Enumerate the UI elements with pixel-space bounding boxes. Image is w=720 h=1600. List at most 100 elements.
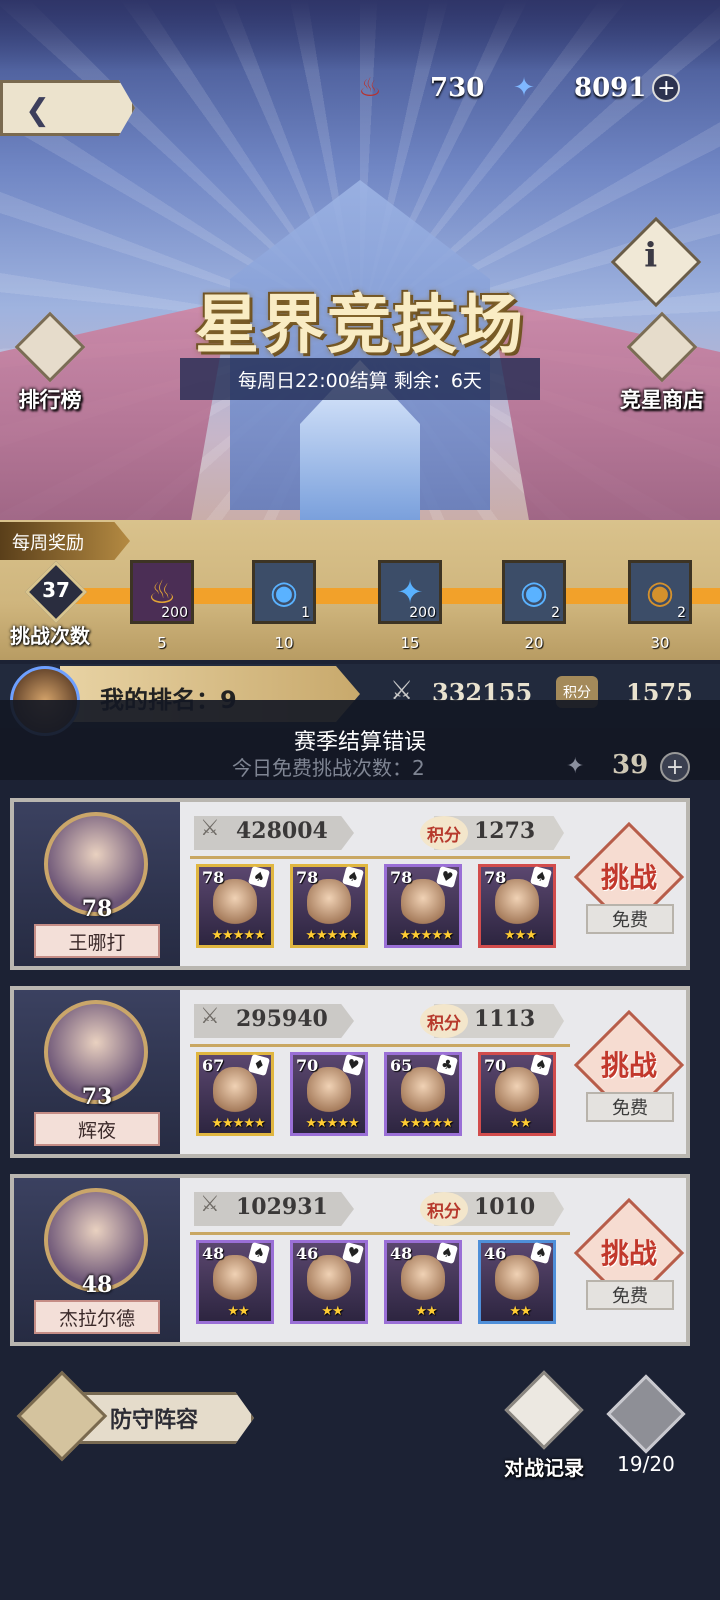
hero-stars: ★★★★★ <box>399 928 453 943</box>
reward-milestone: 30 <box>650 634 670 652</box>
shop-label: 竞星商店 <box>620 388 704 412</box>
dragon-coin-icon: ♨ <box>358 73 382 103</box>
challenge-cost: 免费 <box>586 1280 674 1310</box>
opponent-score: 1010 <box>474 1194 536 1220</box>
reward-item[interactable]: ✦ 200 <box>378 560 442 624</box>
reward-item[interactable]: ◉ 2 <box>628 560 692 624</box>
leaderboard-button[interactable]: 排行榜 <box>10 311 90 414</box>
opponent-power: 295940 <box>236 1006 328 1032</box>
ticket-icon: ✦ <box>566 754 585 779</box>
challenge-label[interactable]: 挑战 <box>574 856 684 896</box>
star-crystal-icon: ✦ <box>513 73 535 103</box>
weekly-rewards-tag: 每周奖励 <box>0 522 130 560</box>
reward-item[interactable]: ♨ 200 <box>130 560 194 624</box>
leaderboard-label: 排行榜 <box>18 388 82 412</box>
hero-stars: ★★★★★ <box>399 1116 453 1131</box>
hero-level: 65 <box>390 1056 413 1075</box>
hero-stars: ★★ <box>321 1304 343 1319</box>
refresh-opponents-button[interactable]: 19/20 <box>606 1374 686 1476</box>
hero-stars: ★★ <box>415 1304 437 1319</box>
score-tag: 积分 <box>420 1192 468 1226</box>
hero-card[interactable]: 46 ♥ ★★ <box>290 1240 368 1324</box>
hero-stars: ★★★★★ <box>211 928 265 943</box>
challenge-cost: 免费 <box>586 1092 674 1122</box>
currency-dragon-coin: ♨ 730 <box>352 68 484 108</box>
reward-qty: 2 <box>551 605 560 621</box>
hero-level: 78 <box>484 868 507 887</box>
currency-star-crystal: ✦ 8091 + <box>506 68 681 108</box>
score-tag: 积分 <box>420 816 468 850</box>
hero-card[interactable]: 65 ♣ ★★★★★ <box>384 1052 462 1136</box>
reward-item[interactable]: ◉ 1 <box>252 560 316 624</box>
reward-milestone: 5 <box>157 634 167 652</box>
hero-card[interactable]: 78 ♠ ★★★★★ <box>196 864 274 948</box>
opponent-card: 78 王哪打 ⚔ 428004 积分 1273 78 ♠ ★★★★★ 78 ♠ … <box>10 798 690 970</box>
hero-level: 70 <box>296 1056 319 1075</box>
hero-card[interactable]: 78 ♠ ★★★ <box>478 864 556 948</box>
hero-level: 70 <box>484 1056 507 1075</box>
opponent-power: 428004 <box>236 818 328 844</box>
free-challenge-count: 今日免费挑战次数：2 <box>232 756 425 780</box>
hero-level: 48 <box>390 1244 413 1263</box>
blue-orb-icon: ◉ <box>270 573 298 611</box>
divider <box>190 1232 570 1235</box>
hero-level: 78 <box>202 868 225 887</box>
back-button[interactable]: ❮ <box>0 80 135 136</box>
divider <box>190 1044 570 1047</box>
battle-record-label: 对战记录 <box>504 1456 584 1480</box>
hero-card[interactable]: 46 ♠ ★★ <box>478 1240 556 1324</box>
opponent-name: 杰拉尔德 <box>34 1300 160 1334</box>
divider <box>190 856 570 859</box>
star-shop-button[interactable]: 竞星商店 <box>612 311 712 414</box>
hero-card[interactable]: 78 ♥ ★★★★★ <box>384 864 462 948</box>
blue-orb-icon: ◉ <box>520 573 548 611</box>
opponent-card: 73 辉夜 ⚔ 295940 积分 1113 67 ♦ ★★★★★ 70 ♥ ★… <box>10 986 690 1158</box>
hero-card[interactable]: 67 ♦ ★★★★★ <box>196 1052 274 1136</box>
add-currency-button[interactable]: + <box>652 74 681 102</box>
battle-record-button[interactable]: 对战记录 <box>494 1370 594 1481</box>
hero-card[interactable]: 78 ♠ ★★★★★ <box>290 864 368 948</box>
podium-icon <box>14 311 86 383</box>
reward-qty: 200 <box>409 605 436 621</box>
back-arrow-icon: ❮ <box>25 93 51 128</box>
reward-milestone: 15 <box>400 634 420 652</box>
hero-card[interactable]: 70 ♠ ★★ <box>478 1052 556 1136</box>
defense-lineup-button[interactable]: 防守阵容 <box>16 1370 254 1462</box>
reward-qty: 2 <box>677 605 686 621</box>
info-icon: i <box>644 235 658 276</box>
crossed-swords-icon: ⚔ <box>200 1004 220 1029</box>
challenge-cost: 免费 <box>586 904 674 934</box>
hero-card[interactable]: 48 ♠ ★★ <box>196 1240 274 1324</box>
challenge-label[interactable]: 挑战 <box>574 1044 684 1084</box>
battle-record-icon <box>504 1370 584 1450</box>
opponent-score: 1273 <box>474 818 536 844</box>
amber-orb-icon: ◉ <box>646 573 674 611</box>
crossed-swords-icon: ⚔ <box>200 1192 220 1217</box>
settlement-info: 每周日22:00结算 剩余：6天 <box>180 358 540 400</box>
hero-card[interactable]: 70 ♥ ★★★★★ <box>290 1052 368 1136</box>
refresh-count: 19/20 <box>617 1452 675 1476</box>
challenge-label[interactable]: 挑战 <box>574 1232 684 1272</box>
hero-card[interactable]: 48 ♠ ★★ <box>384 1240 462 1324</box>
challenge-count: 37 <box>42 578 70 602</box>
hero-level: 78 <box>296 868 319 887</box>
defense-label: 防守阵容 <box>110 1408 199 1433</box>
opponent-name: 辉夜 <box>34 1112 160 1146</box>
opponent-name: 王哪打 <box>34 924 160 958</box>
opponent-card: 48 杰拉尔德 ⚔ 102931 积分 1010 48 ♠ ★★ 46 ♥ ★★… <box>10 1174 690 1346</box>
reward-milestone: 20 <box>524 634 544 652</box>
shop-star-icon <box>626 311 698 383</box>
hero-lineup: 48 ♠ ★★ 46 ♥ ★★ 48 ♠ ★★ 46 ♠ ★★ <box>196 1240 556 1324</box>
hero-level: 67 <box>202 1056 225 1075</box>
hero-stars: ★★★ <box>504 928 537 943</box>
reward-item[interactable]: ◉ 2 <box>502 560 566 624</box>
ticket-count: 39 <box>612 750 649 780</box>
add-ticket-button[interactable]: + <box>660 752 690 782</box>
top-shade <box>0 0 720 70</box>
opponent-level: 73 <box>81 1084 113 1110</box>
score-tag: 积分 <box>420 1004 468 1038</box>
hero-level: 48 <box>202 1244 225 1263</box>
reward-milestone: 10 <box>274 634 294 652</box>
crossed-swords-icon: ⚔ <box>200 816 220 841</box>
hero-stars: ★★★★★ <box>211 1116 265 1131</box>
